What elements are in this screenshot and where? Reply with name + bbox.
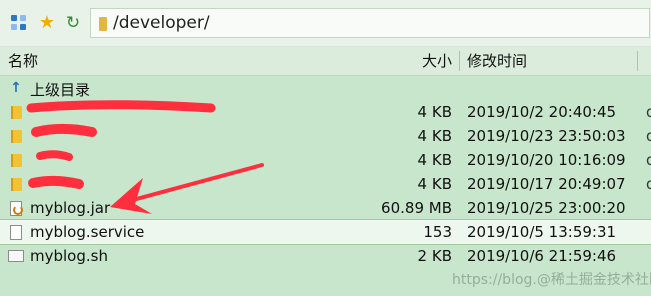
path-text: /developer/ (113, 13, 210, 33)
file-extra: d (646, 127, 651, 145)
column-size[interactable]: 大小 (362, 47, 452, 75)
folder-icon (8, 176, 24, 192)
file-name: 上级目录 (30, 81, 91, 99)
file-extra: d (646, 151, 651, 169)
refresh-icon[interactable]: ↻ (63, 13, 83, 33)
table-row-parent-directory[interactable]: ↑ 上级目录 (0, 76, 651, 100)
file-name: myblog.sh (30, 247, 108, 265)
file-extra: d (646, 175, 651, 193)
folder-icon (8, 152, 24, 168)
file-size: 2 KB (417, 247, 452, 265)
table-row-folder[interactable]: 4 KB 2019/10/17 20:49:07 d (0, 172, 651, 196)
file-date: 2019/10/20 10:16:09 (467, 151, 626, 169)
file-extra: d (646, 103, 651, 121)
jar-file-icon (8, 200, 24, 216)
file-name: myblog.service (30, 223, 145, 241)
folder-icon (8, 104, 24, 120)
file-date: 2019/10/6 21:59:46 (467, 247, 617, 265)
file-date: 2019/10/25 23:00:20 (467, 199, 626, 217)
column-separator (637, 51, 638, 71)
path-folder-icon (99, 17, 107, 31)
file-name: myblog.jar (30, 199, 111, 217)
file-size: 4 KB (417, 151, 452, 169)
file-size: 153 (423, 223, 452, 241)
column-separator (459, 51, 460, 71)
path-input[interactable]: /developer/ (90, 8, 650, 38)
file-list-header: 名称 大小 修改时间 (0, 47, 651, 76)
file-size: 60.89 MB (381, 199, 452, 217)
table-row-folder[interactable]: 4 KB 2019/10/20 10:16:09 d (0, 148, 651, 172)
table-row-folder[interactable]: 4 KB 2019/10/2 20:40:45 d (0, 100, 651, 124)
column-modified[interactable]: 修改时间 (467, 47, 527, 75)
script-file-icon (8, 248, 24, 264)
view-grid-icon[interactable] (9, 13, 29, 33)
file-list: ↑ 上级目录 4 KB 2019/10/2 20:40:45 d 4 KB 20… (0, 76, 651, 268)
up-arrow-icon: ↑ (10, 80, 22, 96)
watermark: https://blog.@稀土掘金技术社区 (452, 272, 651, 288)
favorite-star-icon[interactable]: ★ (37, 13, 57, 33)
column-name[interactable]: 名称 (8, 47, 38, 75)
file-date: 2019/10/17 20:49:07 (467, 175, 626, 193)
file-icon (8, 224, 24, 240)
file-size: 4 KB (417, 175, 452, 193)
file-date: 2019/10/5 13:59:31 (467, 223, 617, 241)
toolbar: ★ ↻ /developer/ (0, 0, 651, 47)
table-row-folder[interactable]: 4 KB 2019/10/23 23:50:03 d (0, 124, 651, 148)
grid-icon (11, 15, 27, 31)
file-date: 2019/10/23 23:50:03 (467, 127, 626, 145)
file-size: 4 KB (417, 127, 452, 145)
table-row-jar-file[interactable]: myblog.jar 60.89 MB 2019/10/25 23:00:20 (0, 196, 651, 220)
table-row-script-file[interactable]: myblog.sh 2 KB 2019/10/6 21:59:46 (0, 244, 651, 268)
file-size: 4 KB (417, 103, 452, 121)
file-date: 2019/10/2 20:40:45 (467, 103, 617, 121)
table-row-service-file[interactable]: myblog.service 153 2019/10/5 13:59:31 (0, 219, 651, 245)
folder-icon (8, 128, 24, 144)
